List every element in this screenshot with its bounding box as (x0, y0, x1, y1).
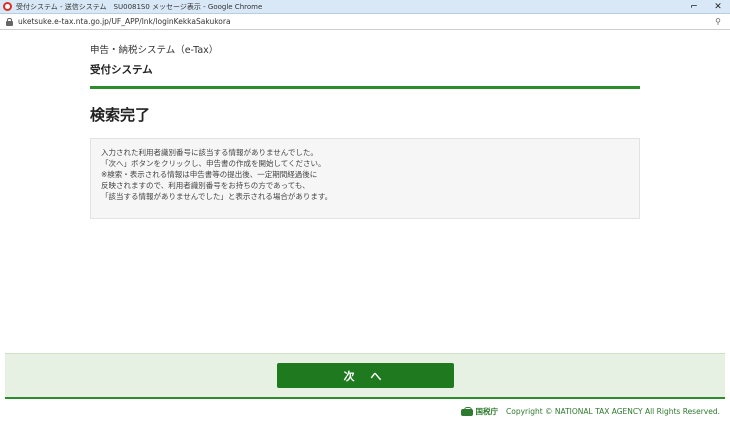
message-line: 「次へ」ボタンをクリックし、申告書の作成を開始してください。 (101, 159, 326, 168)
nta-logo-text: 国税庁 (475, 406, 499, 416)
url-text[interactable]: uketsuke.e-tax.nta.go.jp/UF_APP/lnk/logi… (18, 17, 710, 26)
footer-divider (5, 397, 725, 399)
header-divider (90, 86, 640, 89)
message-line: 入力された利用者識別番号に該当する情報がありませんでした。 (101, 148, 318, 157)
browser-title-bar: 受付システム - 送信システム SU0081S0 メッセージ表示 - Googl… (0, 0, 730, 14)
chrome-icon (3, 2, 12, 11)
message-line: 「該当する情報がありませんでした」と表示される場合があります。 (101, 192, 333, 201)
window-title: 受付システム - 送信システム SU0081S0 メッセージ表示 - Googl… (16, 2, 263, 11)
lock-icon[interactable] (6, 17, 13, 26)
message-box: 入力された利用者識別番号に該当する情報がありませんでした。 「次へ」ボタンをクリ… (90, 138, 640, 219)
message-line: 反映されますので、利用者識別番号をお持ちの方であっても、 (101, 181, 310, 190)
site-header: 申告・納税システム（e-Tax） 受付システム (90, 44, 640, 77)
page-title: 検索完了 (90, 106, 151, 124)
close-icon[interactable]: ✕ (706, 2, 730, 12)
key-icon[interactable]: ⚲ (710, 17, 726, 26)
nta-logo-icon (460, 406, 473, 416)
copyright-text: Copyright © NATIONAL TAX AGENCY All Righ… (506, 406, 720, 416)
address-bar[interactable]: uketsuke.e-tax.nta.go.jp/UF_APP/lnk/logi… (0, 14, 730, 30)
minimize-icon[interactable]: ⌐ (682, 2, 706, 12)
site-footer: 国税庁 Copyright © NATIONAL TAX AGENCY All … (430, 404, 720, 418)
next-button[interactable]: 次 へ (277, 363, 454, 388)
system-name: 申告・納税システム（e-Tax） (90, 45, 219, 56)
subsystem-name: 受付システム (90, 64, 153, 76)
message-line: ※検索・表示される情報は申告書等の提出後、一定期間経過後に (101, 170, 318, 179)
